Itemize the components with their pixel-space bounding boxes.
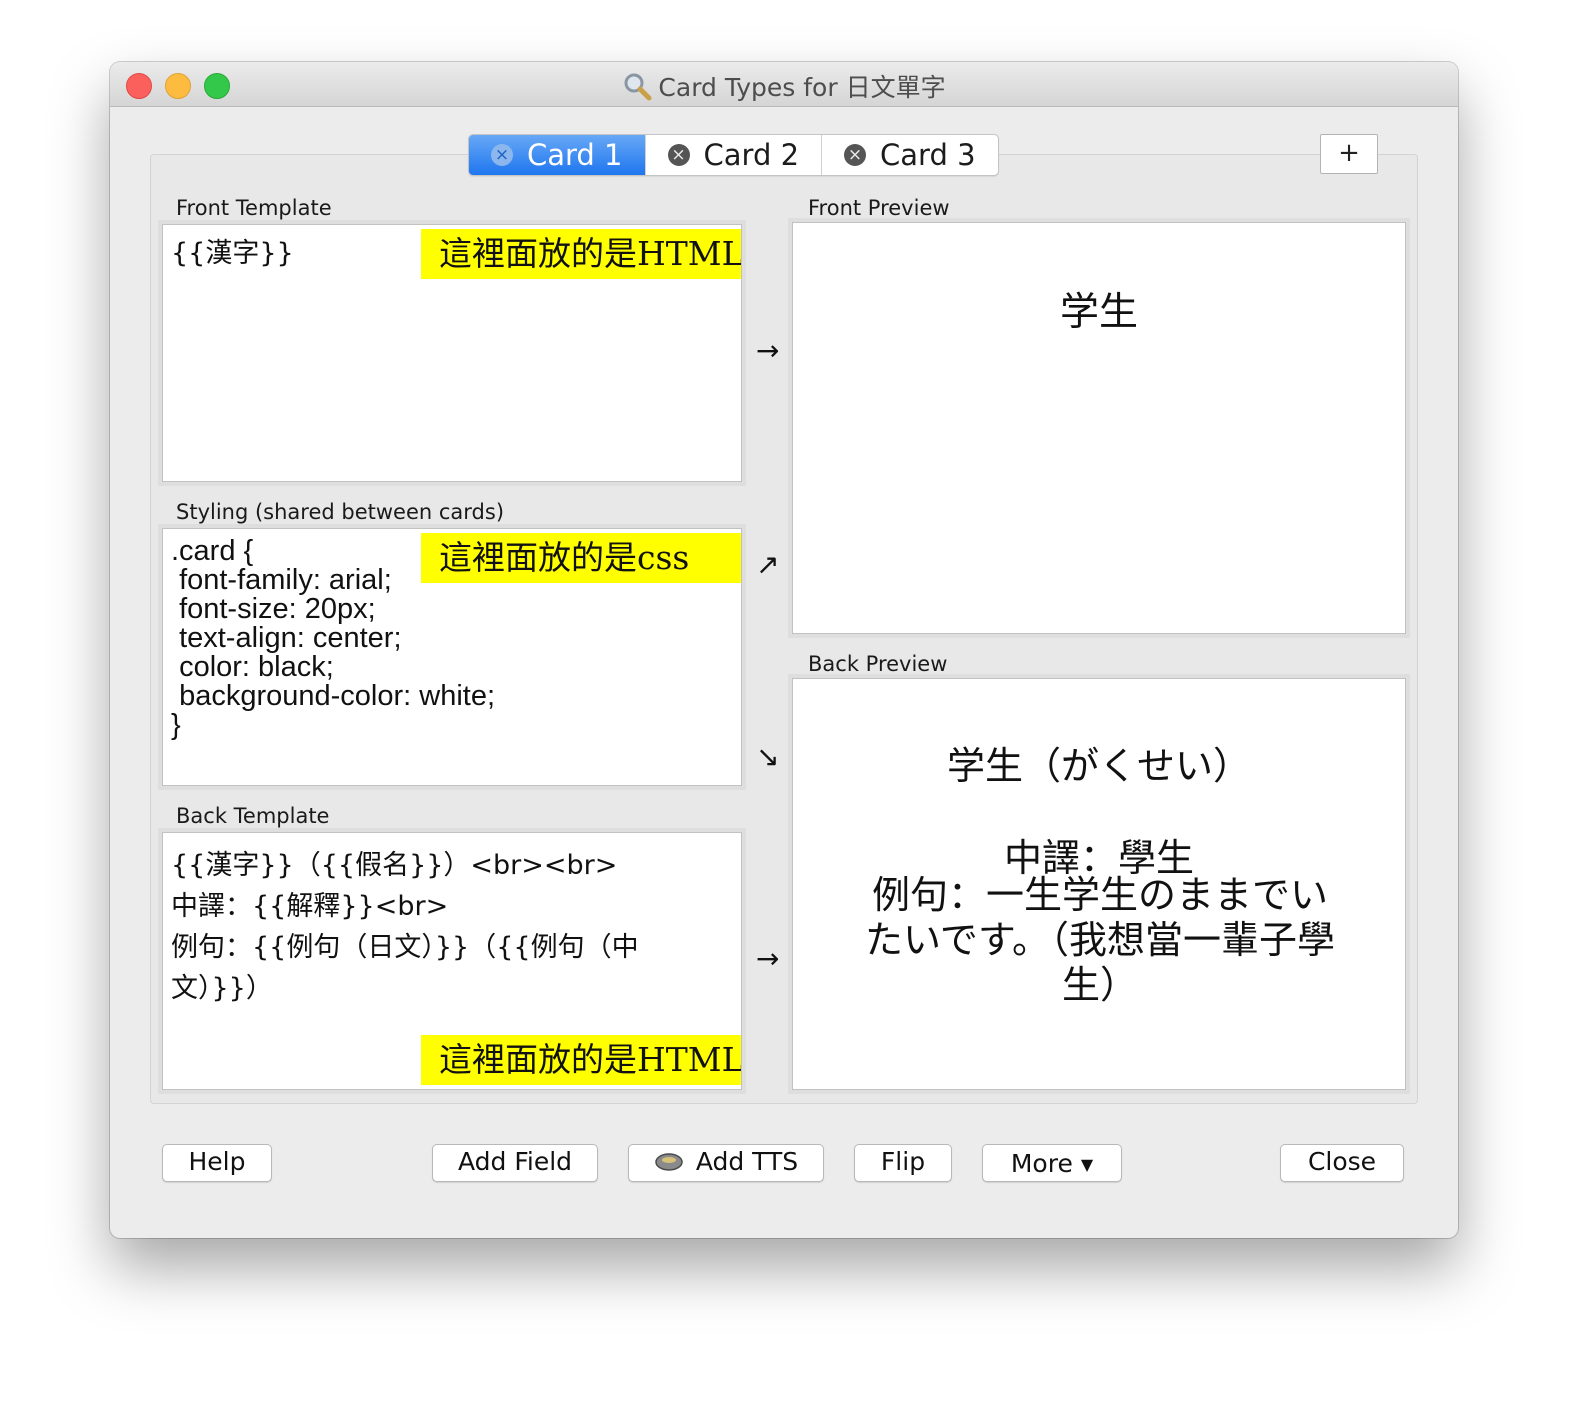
flip-button[interactable]: Flip bbox=[854, 1144, 952, 1182]
back-arrow-icon: → bbox=[756, 942, 780, 975]
tab-card-1[interactable]: × Card 1 bbox=[469, 135, 646, 175]
front-preview-pane: 学生 bbox=[792, 222, 1406, 634]
more-button[interactable]: More ▼ bbox=[982, 1144, 1122, 1182]
close-tab-icon[interactable]: × bbox=[667, 144, 690, 166]
front-template-text: {{漢字}} bbox=[171, 238, 294, 269]
tab-label: Card 2 bbox=[703, 138, 800, 172]
window-title: Card Types for 日文單字 bbox=[658, 73, 946, 102]
back-preview-label: Back Preview bbox=[808, 652, 948, 676]
front-template-editor[interactable]: {{漢字}} 這裡面放的是HTML bbox=[162, 224, 742, 482]
front-template-label: Front Template bbox=[176, 196, 332, 220]
front-template-note: 這裡面放的是HTML bbox=[421, 229, 741, 279]
card-types-window: Card Types for 日文單字 × Card 1 × Card 2 × … bbox=[110, 62, 1458, 1238]
add-tts-label: Add TTS bbox=[695, 1147, 799, 1176]
magnifier-icon bbox=[624, 73, 652, 101]
styling-editor[interactable]: .card { font-family: arial; font-size: 2… bbox=[162, 528, 742, 786]
close-tab-icon[interactable]: × bbox=[844, 144, 867, 166]
add-card-type-button[interactable]: + bbox=[1320, 134, 1378, 174]
close-button[interactable]: Close bbox=[1280, 1144, 1404, 1182]
front-arrow-icon: → bbox=[756, 334, 780, 367]
tab-label: Card 1 bbox=[527, 138, 623, 172]
window-title-container: Card Types for 日文單字 bbox=[110, 68, 1458, 104]
back-template-text: {{漢字}}（{{假名}}）<br><br> 中譯：{{解釋}}<br> 例句：… bbox=[171, 850, 639, 1004]
tab-card-3[interactable]: × Card 3 bbox=[822, 135, 998, 175]
tab-card-2[interactable]: × Card 2 bbox=[646, 135, 823, 175]
title-bar[interactable]: Card Types for 日文單字 bbox=[110, 62, 1458, 107]
back-preview-reading: 学生（がくせい） bbox=[946, 744, 1251, 788]
add-field-button[interactable]: Add Field bbox=[432, 1144, 598, 1182]
styling-down-arrow-icon: ↘ bbox=[756, 740, 780, 773]
back-template-editor[interactable]: {{漢字}}（{{假名}}）<br><br> 中譯：{{解釋}}<br> 例句：… bbox=[162, 832, 742, 1090]
styling-note: 這裡面放的是css bbox=[421, 533, 741, 583]
help-button[interactable]: Help bbox=[162, 1144, 272, 1182]
add-tts-button[interactable]: Add TTS bbox=[628, 1144, 824, 1182]
tab-label: Card 3 bbox=[880, 138, 976, 172]
more-label: More bbox=[1010, 1149, 1073, 1178]
front-preview-label: Front Preview bbox=[808, 196, 950, 220]
styling-up-arrow-icon: ↗ bbox=[756, 548, 780, 581]
back-preview-example: 例句：一生学生のままでいたいです。（我想當一輩子學生） bbox=[864, 873, 1336, 1007]
back-template-label: Back Template bbox=[176, 804, 330, 828]
front-preview-text: 学生 bbox=[1059, 290, 1138, 335]
card-tabs: × Card 1 × Card 2 × Card 3 bbox=[468, 134, 999, 176]
dropdown-caret-icon: ▼ bbox=[1080, 1155, 1094, 1174]
back-template-note: 這裡面放的是HTML bbox=[421, 1035, 741, 1085]
close-tab-icon[interactable]: × bbox=[491, 144, 513, 166]
speech-bubble-icon bbox=[655, 1153, 683, 1171]
styling-label: Styling (shared between cards) bbox=[176, 500, 505, 524]
back-preview-pane: 学生（がくせい） 中譯：學生 例句：一生学生のままでいたいです。（我想當一輩子學… bbox=[792, 678, 1406, 1090]
